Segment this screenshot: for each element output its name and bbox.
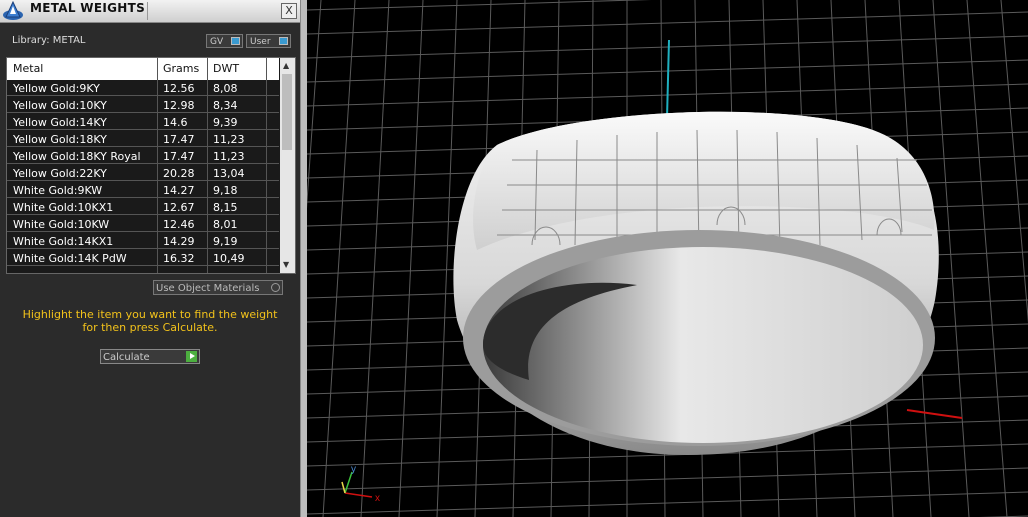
scroll-down-icon[interactable]: ▼ (283, 260, 289, 269)
play-icon (186, 351, 197, 362)
gizmo-y-line (344, 471, 353, 494)
cell-grams: 12.56 (163, 82, 195, 95)
cell-metal: Yellow Gold:9KY (13, 82, 100, 95)
user-toggle[interactable]: User (246, 34, 291, 48)
cell-dwt: 9,39 (213, 116, 238, 129)
user-toggle-label: User (250, 37, 271, 47)
cell-metal: White Gold:9KW (13, 184, 103, 197)
scrollbar-thumb[interactable] (282, 74, 292, 150)
viewport-canvas[interactable]: x y (307, 0, 1028, 517)
cell-metal: Yellow Gold:10KY (13, 99, 107, 112)
cell-metal: White Gold:10KX1 (13, 201, 114, 214)
cell-metal: Yellow Gold:18KY (13, 133, 107, 146)
table-header: Metal Grams DWT (7, 58, 279, 80)
cell-metal: Yellow Gold:18KY Royal (13, 150, 141, 163)
gizmo-y-label: y (351, 464, 356, 475)
use-object-materials-label: Use Object Materials (156, 283, 260, 294)
3d-viewport[interactable]: x y (307, 0, 1028, 517)
cell-dwt: 8,15 (213, 201, 238, 214)
cell-dwt: 13,04 (213, 167, 245, 180)
gv-toggle-indicator (231, 37, 240, 45)
cell-grams: 12.67 (163, 201, 195, 214)
cell-dwt: 8,34 (213, 99, 238, 112)
table-row[interactable]: Yellow Gold:22KY 20.28 13,04 (7, 165, 279, 181)
table-row[interactable]: White Gold:14KX1 14.29 9,19 (7, 233, 279, 249)
cell-metal: White Gold:14KX1 (13, 235, 114, 248)
ring-inner-surface (483, 247, 923, 443)
cell-grams: 14.29 (163, 235, 195, 248)
gizmo-x-label: x (375, 493, 380, 504)
panel-title: METAL WEIGHTS (30, 1, 146, 15)
cell-dwt: 11,23 (213, 133, 245, 146)
cell-grams: 14.27 (163, 184, 195, 197)
cell-dwt: 11,23 (213, 150, 245, 163)
use-object-materials-checkbox[interactable]: Use Object Materials (153, 280, 283, 295)
table-row[interactable]: White Gold:9KW 14.27 9,18 (7, 182, 279, 198)
instruction-line-2: for then press Calculate. (82, 321, 218, 334)
cell-dwt: 10,49 (213, 252, 245, 265)
column-divider (207, 58, 208, 273)
user-toggle-indicator (279, 37, 288, 45)
scroll-up-icon[interactable]: ▲ (283, 61, 289, 70)
table-row[interactable]: White Gold:10KW 12.46 8,01 (7, 216, 279, 232)
cell-grams: 17.47 (163, 150, 195, 163)
y-axis-line (666, 39, 670, 119)
instruction-line-1: Highlight the item you want to find the … (22, 308, 278, 321)
close-button[interactable]: X (281, 3, 297, 19)
table-row[interactable]: White Gold:14K PdW 16.32 10,49 (7, 250, 279, 266)
table-row[interactable]: Yellow Gold:18KY Royal 17.47 11,23 (7, 148, 279, 164)
cell-metal: Yellow Gold:22KY (13, 167, 107, 180)
table-row[interactable]: Yellow Gold:10KY 12.98 8,34 (7, 97, 279, 113)
column-header-dwt[interactable]: DWT (213, 62, 239, 75)
ring-model[interactable] (453, 111, 939, 455)
gv-toggle-label: GV (210, 37, 224, 47)
radio-indicator-icon (271, 283, 280, 292)
library-label: Library: METAL (12, 35, 86, 46)
title-separator (147, 2, 148, 20)
cell-grams: 17.47 (163, 133, 195, 146)
column-divider (266, 58, 267, 273)
metal-table: Metal Grams DWT Yellow Gold:9KY 12.56 8,08… (6, 57, 296, 274)
app-logo-icon (3, 0, 23, 20)
cell-dwt: 9,19 (213, 235, 238, 248)
gizmo-x-line (344, 492, 373, 498)
cell-grams: 16.32 (163, 252, 195, 265)
cell-grams: 14.6 (163, 116, 188, 129)
column-divider (157, 58, 158, 273)
instruction-text: Highlight the item you want to find the … (10, 308, 290, 334)
calculate-button[interactable]: Calculate (100, 349, 200, 364)
table-row[interactable]: Yellow Gold:14KY 14.6 9,39 (7, 114, 279, 130)
cell-grams: 20.28 (163, 167, 195, 180)
column-header-metal[interactable]: Metal (13, 62, 43, 75)
table-scrollbar[interactable]: ▲ ▼ (280, 58, 295, 273)
column-header-grams[interactable]: Grams (163, 62, 199, 75)
cell-metal: White Gold:14K PdW (13, 252, 127, 265)
table-row[interactable]: Yellow Gold:18KY 17.47 11,23 (7, 131, 279, 147)
calculate-label: Calculate (103, 352, 150, 363)
x-axis-line (906, 409, 963, 419)
table-row[interactable]: White Gold:10KX1 12.67 8,15 (7, 199, 279, 215)
cell-grams: 12.98 (163, 99, 195, 112)
gizmo-z-line (341, 481, 346, 494)
cell-dwt: 8,08 (213, 82, 238, 95)
gv-toggle[interactable]: GV (206, 34, 243, 48)
cell-metal: Yellow Gold:14KY (13, 116, 107, 129)
axis-gizmo: x y (341, 464, 380, 504)
table-row[interactable]: Yellow Gold:9KY 12.56 8,08 (7, 80, 279, 96)
metal-weights-panel: METAL WEIGHTS X Library: METAL GV User M… (0, 0, 300, 517)
cell-metal: White Gold:10KW (13, 218, 110, 231)
title-bar: METAL WEIGHTS X (0, 0, 300, 23)
cell-dwt: 8,01 (213, 218, 238, 231)
cell-grams: 12.46 (163, 218, 195, 231)
cell-dwt: 9,18 (213, 184, 238, 197)
